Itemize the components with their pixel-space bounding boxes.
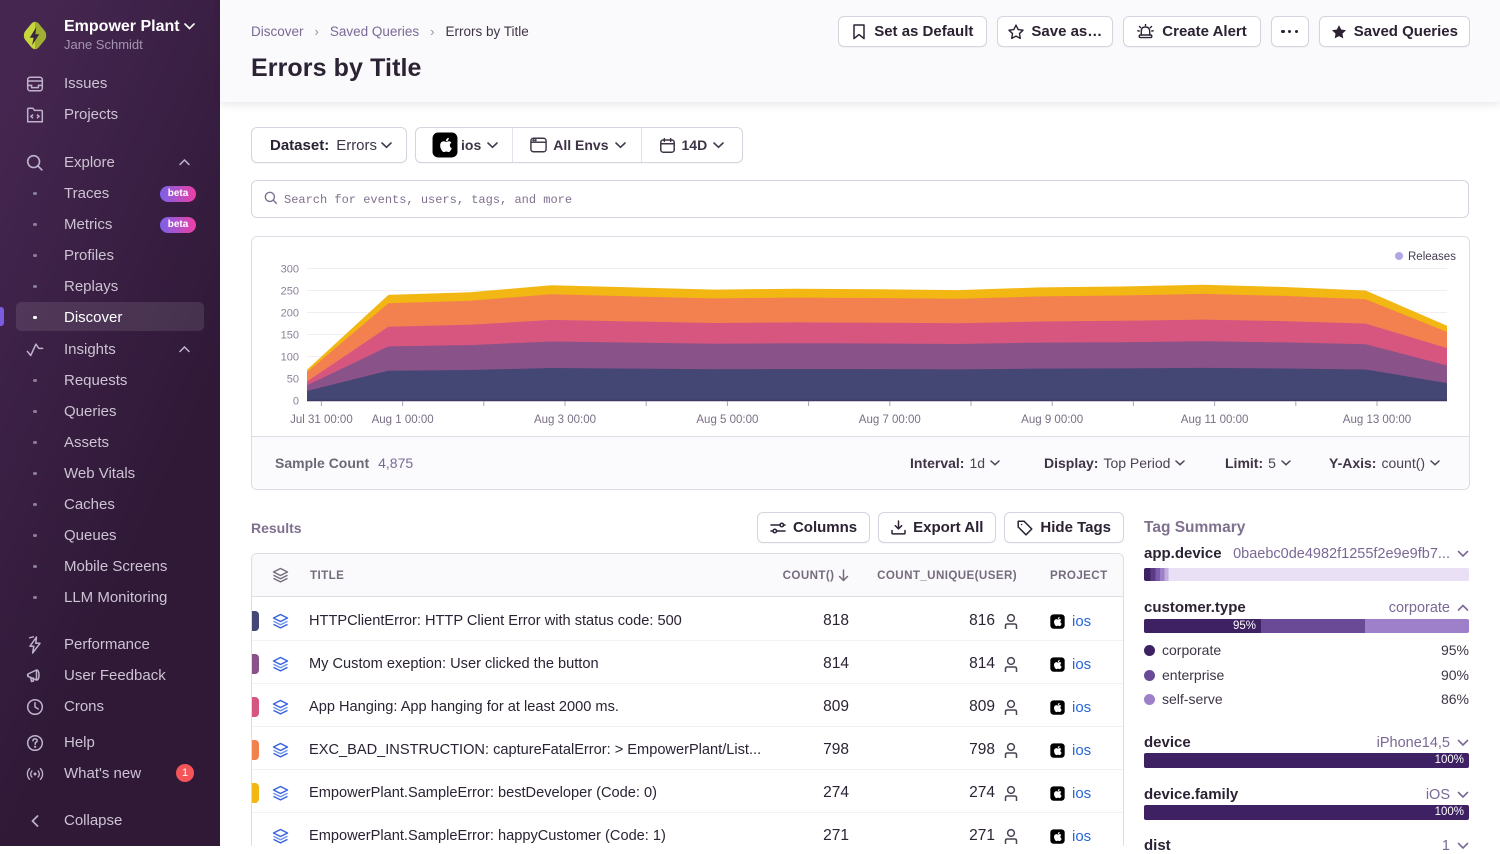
svg-text:200: 200 <box>281 308 299 320</box>
svg-text:50: 50 <box>287 374 299 386</box>
svg-text:Jul 31 00:00: Jul 31 00:00 <box>290 414 353 426</box>
svg-text:0: 0 <box>293 396 299 408</box>
svg-text:Aug 3 00:00: Aug 3 00:00 <box>534 414 596 426</box>
svg-text:Aug 9 00:00: Aug 9 00:00 <box>1021 414 1083 426</box>
svg-text:Aug 13 00:00: Aug 13 00:00 <box>1343 414 1411 426</box>
svg-text:Aug 11 00:00: Aug 11 00:00 <box>1181 414 1249 426</box>
svg-text:Releases: Releases <box>1408 251 1456 263</box>
svg-text:300: 300 <box>281 264 299 276</box>
svg-text:150: 150 <box>281 330 299 342</box>
svg-text:250: 250 <box>281 286 299 298</box>
svg-text:Aug 5 00:00: Aug 5 00:00 <box>696 414 758 426</box>
svg-text:Aug 7 00:00: Aug 7 00:00 <box>859 414 921 426</box>
svg-text:100: 100 <box>281 352 299 364</box>
svg-text:Aug 1 00:00: Aug 1 00:00 <box>372 414 434 426</box>
